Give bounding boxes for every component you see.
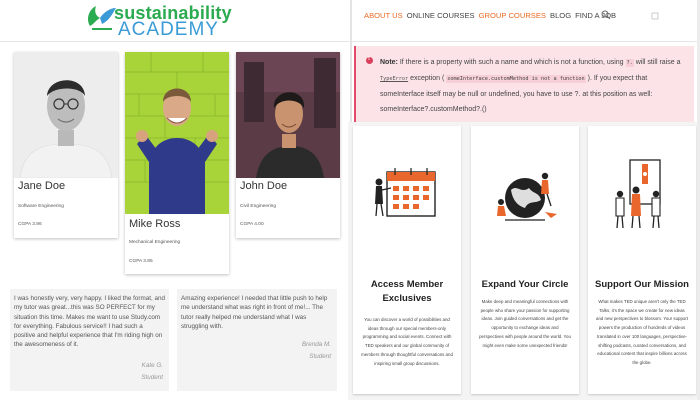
typeerror-link[interactable]: TypeError <box>380 76 408 82</box>
student-name: Mike Ross <box>129 218 181 230</box>
student-card[interactable]: Jane Doe Software Engineering CGPA 3.86 <box>14 52 118 238</box>
nav-group-courses[interactable]: Group Courses <box>479 11 546 20</box>
student-photo <box>14 52 118 178</box>
note-part-2: will still raise a <box>635 59 681 66</box>
student-name: Jane Doe <box>18 180 66 192</box>
main-nav: About Us Online Courses Group Courses Bl… <box>364 11 616 20</box>
student-card[interactable]: Mike Ross Mechanical Engineering CGPA 3.… <box>125 52 229 274</box>
logo-mark-icon <box>88 6 116 30</box>
note-part-1: If there is a property with such a name … <box>399 59 624 66</box>
feature-card: Access Member Exclusives You can discove… <box>353 126 461 394</box>
testimonial-text: I was honestly very, very happy. I liked… <box>14 295 165 349</box>
student-major: Mechanical Engineering <box>129 240 181 245</box>
nav-online-courses[interactable]: Online Courses <box>407 11 475 20</box>
warning-icon <box>366 56 373 64</box>
feature-card: Support Our Mission What makes TED uniqu… <box>588 126 696 394</box>
globe-illustration-icon <box>497 172 557 221</box>
student-major: Software Engineering <box>18 204 64 209</box>
student-card[interactable]: John Doe Civil Engineering CGPA 4.00 <box>236 52 340 238</box>
note-label: Note: <box>380 59 398 66</box>
feature-description: What makes TED unique aren't only the TE… <box>596 299 689 365</box>
student-gpa: CGPA 3.85 <box>129 259 153 264</box>
testimonial-author: Kate G. <box>141 362 163 369</box>
feature-title: Support Our Mission <box>595 279 689 290</box>
page: sustainability ACADEMY About Us Online C… <box>0 0 700 400</box>
note-code-2: someInterface.customMethod is not a func… <box>446 75 586 83</box>
calendar-illustration-icon <box>375 168 436 217</box>
feature-title: Expand Your Circle <box>481 279 569 290</box>
note-code-1: ?. <box>625 59 634 67</box>
nav-about-us[interactable]: About Us <box>364 11 403 20</box>
feature-card: Expand Your Circle Make deep and meaning… <box>471 126 579 394</box>
testimonial-role: Student <box>141 374 163 381</box>
student-photo <box>125 52 229 214</box>
nav-blog[interactable]: Blog <box>550 11 571 20</box>
menu-marker-icon[interactable] <box>651 12 659 20</box>
testimonial-text: Amazing experience! I needed that little… <box>181 295 328 330</box>
testimonial-card: I was honestly very, very happy. I liked… <box>10 289 169 391</box>
testimonial-author: Brenda M. <box>301 341 331 348</box>
student-photo <box>236 52 340 178</box>
note-callout: Note: If there is a property with such a… <box>354 46 694 122</box>
note-text: Note: If there is a property with such a… <box>380 55 692 117</box>
student-major: Civil Engineering <box>240 204 276 209</box>
testimonial-card: Amazing experience! I needed that little… <box>177 289 337 391</box>
feature-description: You can discover a world of possibilitie… <box>361 317 453 366</box>
site-logo[interactable]: sustainability ACADEMY <box>84 2 232 40</box>
people-illustration-icon <box>615 159 661 229</box>
logo-line-2: ACADEMY <box>118 19 219 40</box>
feature-title: Access Member Exclusives <box>370 279 444 304</box>
student-gpa: CGPA 4.00 <box>240 222 264 227</box>
search-icon[interactable] <box>601 10 611 20</box>
testimonial-role: Student <box>309 353 331 360</box>
student-gpa: CGPA 3.86 <box>18 222 42 227</box>
student-name: John Doe <box>240 180 288 192</box>
feature-description: Make deep and meaningful connections wit… <box>479 299 571 348</box>
note-part-2b: exception ( <box>410 75 445 82</box>
